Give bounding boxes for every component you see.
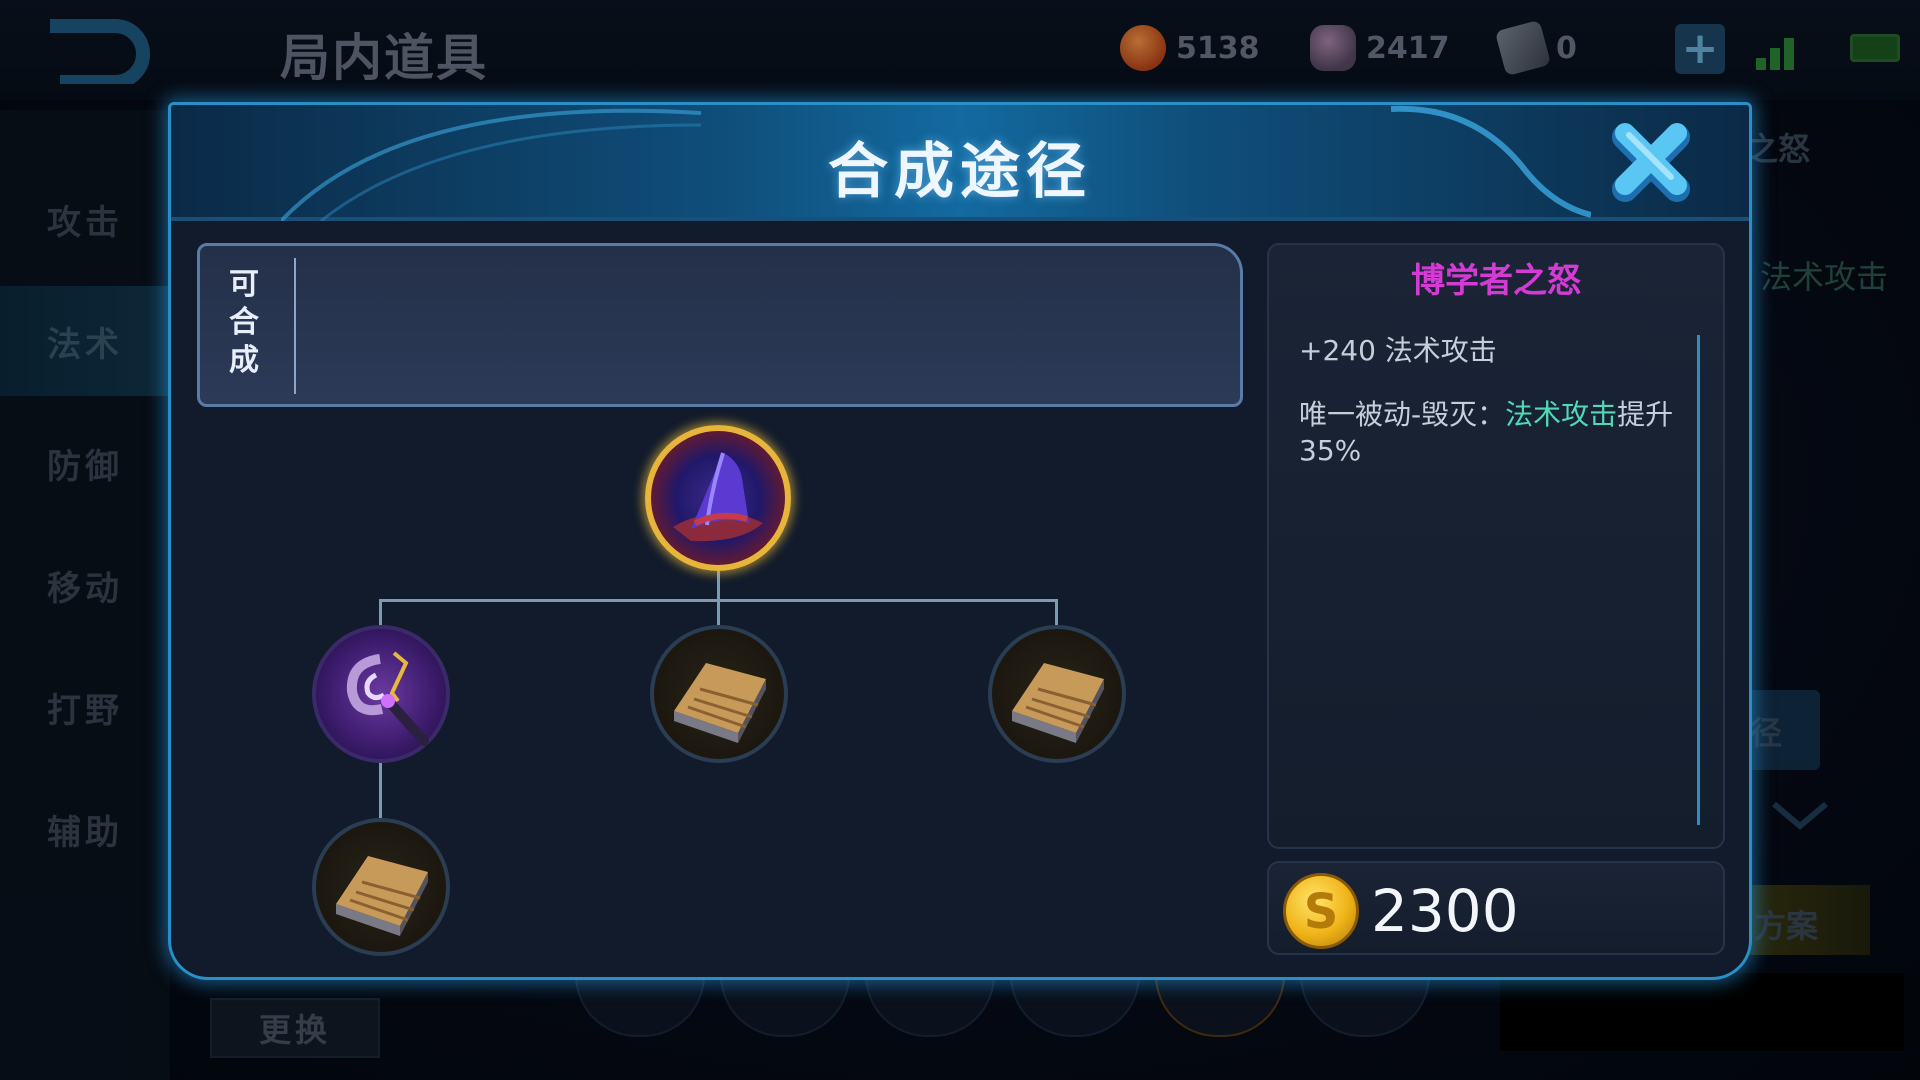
item-book[interactable] [988,625,1126,763]
dialog-title: 合成途径 [828,137,1092,207]
dialog-header: 合成途径 [171,105,1749,221]
composable-label-char: 成 [229,343,259,378]
divider [294,258,296,394]
item-name: 博学者之怒 [1411,261,1581,301]
synthesis-route-dialog: 合成途径 可 合 成 博学者之怒 +240 法术攻击 唯一被动-毁灭：法术攻击提… [168,102,1752,980]
item-scholars-fury[interactable] [645,425,791,571]
redaction-box [1500,973,1904,1051]
close-icon[interactable] [1611,119,1695,203]
composable-label: 可 合 成 [218,266,270,380]
passive-highlight: 法术攻击 [1505,398,1618,431]
tree-connector [717,599,720,625]
item-passive: 唯一被动-毁灭：法术攻击提升35% [1299,397,1689,469]
item-info-panel: 博学者之怒 +240 法术攻击 唯一被动-毁灭：法术攻击提升35% [1267,243,1725,849]
item-book[interactable] [650,625,788,763]
scrollbar[interactable] [1697,335,1700,825]
wizard-hat-icon [673,452,763,542]
tree-connector [379,762,382,818]
composable-label-char: 合 [229,305,259,340]
item-staff[interactable] [312,625,450,763]
composable-items-bar: 可 合 成 [197,243,1243,407]
book-icon [1012,663,1104,743]
recipe-tree [171,405,1251,977]
item-stat: +240 法术攻击 [1299,334,1497,367]
item-book[interactable] [312,818,450,956]
book-icon [674,663,766,743]
staff-icon [346,651,429,746]
item-price: 2300 [1371,877,1519,945]
gold-coin-icon: S [1283,873,1359,949]
tree-connector [379,599,382,625]
composable-label-char: 可 [229,267,259,302]
tree-connector [1055,599,1058,625]
passive-prefix: 唯一被动-毁灭： [1299,398,1506,431]
price-panel: S 2300 [1267,861,1725,955]
tree-connector [717,571,720,601]
book-icon [336,856,428,936]
